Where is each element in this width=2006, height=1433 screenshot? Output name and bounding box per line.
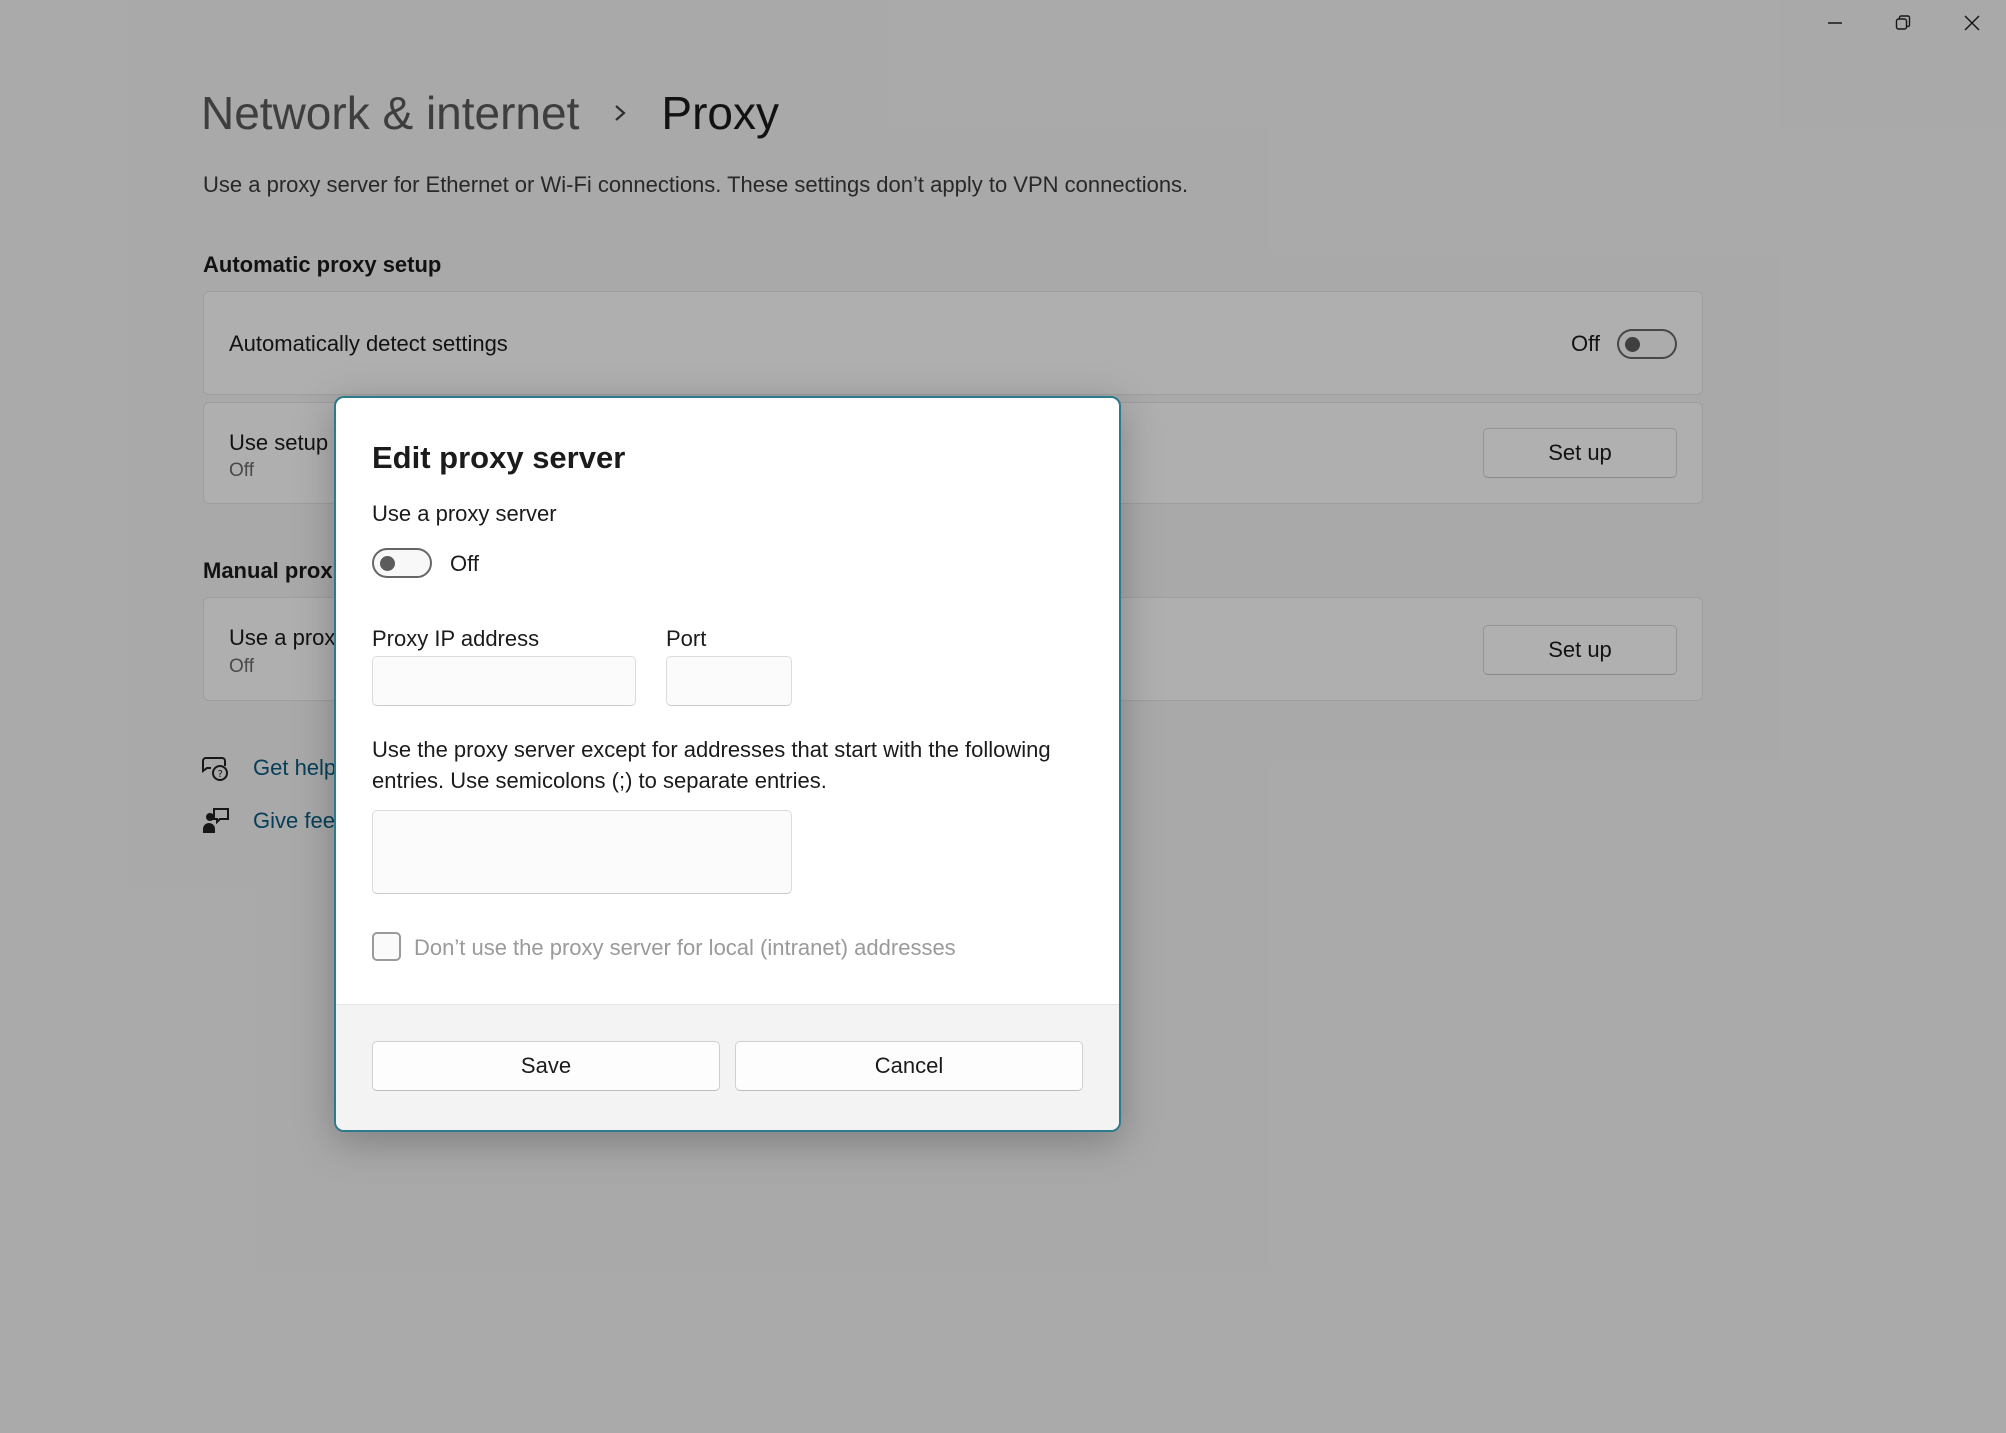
proxy-ip-input[interactable] — [372, 656, 636, 706]
dialog-footer: Save Cancel — [336, 1004, 1119, 1130]
port-label: Port — [666, 626, 707, 651]
proxy-ip-label: Proxy IP address — [372, 626, 540, 651]
edit-proxy-dialog: Edit proxy server Use a proxy server Off… — [334, 396, 1121, 1132]
port-input[interactable] — [666, 656, 792, 706]
exceptions-input[interactable] — [372, 810, 792, 894]
dialog-title: Edit proxy server — [372, 440, 626, 475]
use-proxy-toggle[interactable] — [372, 548, 432, 578]
use-proxy-toggle-state: Off — [450, 551, 479, 576]
local-addresses-label: Don’t use the proxy server for local (in… — [414, 935, 956, 960]
cancel-button[interactable]: Cancel — [735, 1041, 1083, 1091]
local-addresses-checkbox[interactable] — [372, 932, 401, 961]
use-proxy-label: Use a proxy server — [372, 501, 557, 526]
exceptions-description: Use the proxy server except for addresse… — [372, 737, 1051, 793]
save-button[interactable]: Save — [372, 1041, 720, 1091]
